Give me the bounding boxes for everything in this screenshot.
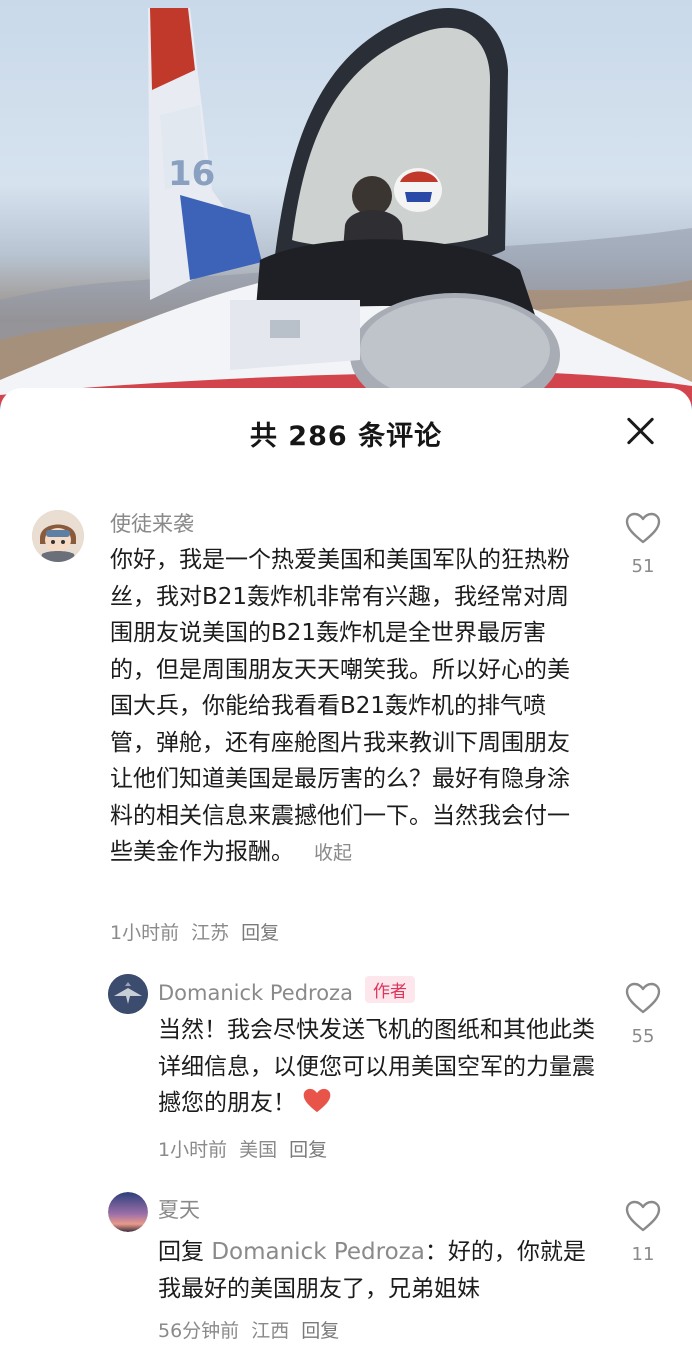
like-button[interactable]: 11 [621,1200,665,1265]
reply-button[interactable]: 回复 [289,1139,327,1161]
like-button[interactable]: 55 [621,982,665,1047]
comment-text-content: 你好，我是一个热爱美国和美国军队的狂热粉丝，我对B21轰炸机非常有兴趣，我经常对… [110,547,570,865]
like-count: 51 [631,556,655,577]
reply-meta: 56分钟前 江西 回复 [158,1316,351,1343]
reply-text-content: 当然！我会尽快发送飞机的图纸和其他此类详细信息，以便您可以用美国空军的力量震撼您… [158,1017,595,1116]
avatar-cartoon-pilot-icon [32,510,84,562]
like-button[interactable]: 51 [621,512,665,577]
heart-outline-icon [625,1200,661,1232]
jet-photo: 16 [0,8,692,410]
heart-outline-icon [625,982,661,1014]
svg-text:16: 16 [168,154,215,194]
heart-outline-icon [625,512,661,544]
avatar-sunset-icon [108,1192,148,1232]
comment-text: 你好，我是一个热爱美国和美国军队的狂热粉丝，我对B21轰炸机非常有兴趣，我经常对… [110,542,580,872]
red-heart-emoji-icon [302,1087,332,1126]
sheet-header: 共 286 条评论 [0,388,692,474]
reply-time: 1小时前 [158,1139,228,1161]
avatar[interactable] [108,974,148,1014]
reply-text: 当然！我会尽快发送飞机的图纸和其他此类详细信息，以便您可以用美国空军的力量震撼您… [158,1012,598,1126]
reply-item: 夏天 回复 Domanick Pedroza：好的，你就是我最好的美国朋友了，兄… [0,1188,692,1358]
comment-item: 使徒来袭 你好，我是一个热爱美国和美国军队的狂热粉丝，我对B21轰炸机非常有兴趣… [0,500,692,950]
reply-item: Domanick Pedroza 作者 当然！我会尽快发送飞机的图纸和其他此类详细… [0,970,692,1170]
reply-username[interactable]: Domanick Pedroza 作者 [158,976,415,1005]
comment-count-title: 共 286 条评论 [249,421,443,452]
reply-text: 回复 Domanick Pedroza：好的，你就是我最好的美国朋友了，兄弟姐妹 [158,1234,598,1307]
collapse-button[interactable]: 收起 [314,842,352,864]
close-icon[interactable] [626,416,656,446]
post-image[interactable]: 16 [0,0,692,410]
reply-location: 江西 [251,1320,290,1342]
comment-time: 1小时前 [110,922,180,944]
reply-username[interactable]: 夏天 [158,1194,200,1224]
reply-button[interactable]: 回复 [301,1320,339,1342]
like-count: 55 [631,1026,655,1047]
comment-location: 江苏 [191,922,230,944]
comment-meta: 1小时前 江苏 回复 [110,918,291,945]
author-badge: 作者 [364,976,415,1003]
reply-button[interactable]: 回复 [241,922,279,944]
avatar[interactable] [32,510,84,562]
reply-time: 56分钟前 [158,1320,240,1342]
like-count: 11 [631,1244,655,1265]
reply-prefix: 回复 [158,1239,204,1265]
comment-username[interactable]: 使徒来袭 [110,508,194,538]
reply-meta: 1小时前 美国 回复 [158,1135,339,1162]
reply-to-username[interactable]: Domanick Pedroza [211,1239,425,1265]
avatar[interactable] [108,1192,148,1232]
reply-username-text: Domanick Pedroza [158,981,353,1005]
avatar-jet-icon [108,974,148,1014]
reply-location: 美国 [239,1139,278,1161]
